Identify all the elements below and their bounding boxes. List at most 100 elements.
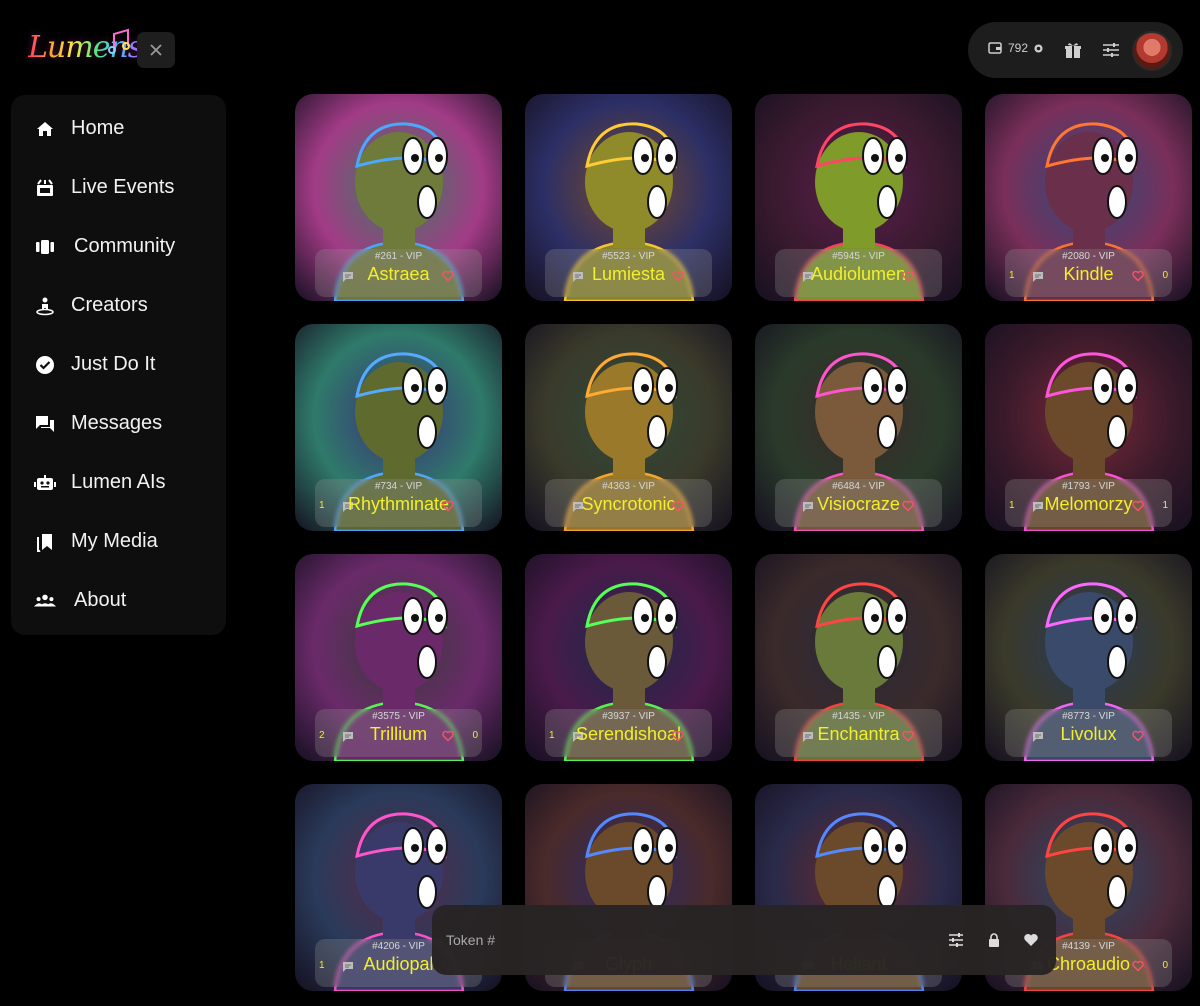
card-info-panel: #1435 - VIP Enchantra: [775, 709, 942, 757]
token-id: #1793 - VIP: [1062, 481, 1115, 492]
nft-card[interactable]: #5945 - VIP Audiolumen: [755, 94, 962, 301]
card-info-panel: #8773 - VIP Livolux: [1005, 709, 1172, 757]
like-heart-icon[interactable]: [672, 730, 684, 742]
wallet-balance[interactable]: 792: [988, 41, 1043, 55]
like-heart-icon[interactable]: [442, 270, 454, 282]
like-heart-icon[interactable]: [1132, 500, 1144, 512]
like-heart-icon[interactable]: [442, 730, 454, 742]
sidebar-item-messages[interactable]: Messages: [11, 394, 226, 453]
sidebar-item-label: About: [74, 589, 127, 611]
nft-name: Kindle: [1063, 264, 1114, 284]
card-info-panel: #5945 - VIP Audiolumen: [775, 249, 942, 297]
nft-name: Syncrotonic: [581, 494, 676, 514]
heart-icon[interactable]: [1023, 932, 1039, 948]
card-info-panel: #1793 - VIP 1 Melomorzy 1: [1005, 479, 1172, 527]
token-id: #5523 - VIP: [602, 251, 655, 262]
nft-name: Visiocraze: [817, 494, 900, 514]
coin-icon: [1034, 43, 1043, 53]
like-heart-icon[interactable]: [902, 270, 914, 282]
sidebar-item-home[interactable]: Home: [11, 99, 226, 158]
like-count: 0: [1162, 960, 1168, 971]
nft-card[interactable]: #1793 - VIP 1 Melomorzy 1: [985, 324, 1192, 531]
nft-name: Melomorzy: [1044, 494, 1133, 514]
lock-icon[interactable]: [986, 932, 1002, 948]
sidebar-item-community[interactable]: Community: [11, 217, 226, 276]
account-bar: 792: [968, 22, 1183, 78]
nft-name: Rhythminate: [347, 494, 450, 514]
sidebar-item-label: Messages: [71, 412, 163, 434]
sidebar-item-about[interactable]: About: [11, 571, 226, 630]
token-id: #1435 - VIP: [832, 711, 885, 722]
like-count: 0: [1162, 270, 1168, 281]
balance-value: 792: [1008, 41, 1029, 55]
card-info-panel: #3937 - VIP 1 Serendishoal: [545, 709, 712, 757]
nft-card[interactable]: #5523 - VIP Lumiesta: [525, 94, 732, 301]
sidebar-item-label: Creators: [71, 294, 148, 316]
group-icon: [34, 590, 56, 612]
sidebar-item-label: Lumen AIs: [71, 471, 166, 493]
nft-card[interactable]: #4363 - VIP Syncrotonic: [525, 324, 732, 531]
like-heart-icon[interactable]: [442, 500, 454, 512]
token-search-input[interactable]: [446, 929, 886, 951]
card-info-panel: #734 - VIP 1 Rhythminate: [315, 479, 482, 527]
card-info-panel: #5523 - VIP Lumiesta: [545, 249, 712, 297]
like-heart-icon[interactable]: [1132, 270, 1144, 282]
nft-card[interactable]: #8773 - VIP Livolux: [985, 554, 1192, 761]
token-id: #4363 - VIP: [602, 481, 655, 492]
card-info-panel: #4363 - VIP Syncrotonic: [545, 479, 712, 527]
like-heart-icon[interactable]: [1132, 730, 1144, 742]
nft-card[interactable]: #3575 - VIP 2 Trillium 0: [295, 554, 502, 761]
sidebar-item-label: Home: [71, 117, 125, 139]
like-count: 0: [472, 730, 478, 741]
nft-card[interactable]: #734 - VIP 1 Rhythminate: [295, 324, 502, 531]
nft-name: Livolux: [1060, 724, 1117, 744]
community-icon: [34, 236, 56, 258]
like-heart-icon[interactable]: [902, 730, 914, 742]
messages-icon: [34, 413, 56, 435]
sidebar-item-label: My Media: [71, 530, 158, 552]
sidebar-item-label: Just Do It: [71, 353, 156, 375]
bookmarks-icon: [34, 531, 56, 553]
card-info-panel: #261 - VIP Astraea: [315, 249, 482, 297]
sidebar-item-live-events[interactable]: Live Events: [11, 158, 226, 217]
sidebar-item-creators[interactable]: Creators: [11, 276, 226, 335]
nft-card[interactable]: #261 - VIP Astraea: [295, 94, 502, 301]
like-heart-icon[interactable]: [672, 270, 684, 282]
robot-icon: [34, 472, 56, 494]
nft-card[interactable]: #6484 - VIP Visiocraze: [755, 324, 962, 531]
token-id: #3937 - VIP: [602, 711, 655, 722]
card-info-panel: #2080 - VIP 1 Kindle 0: [1005, 249, 1172, 297]
gift-icon[interactable]: [1064, 41, 1082, 59]
token-id: #8773 - VIP: [1062, 711, 1115, 722]
nft-name: Enchantra: [817, 724, 900, 744]
nft-card[interactable]: #1435 - VIP Enchantra: [755, 554, 962, 761]
nft-name: Astraea: [367, 264, 430, 284]
nft-name: Trillium: [369, 724, 428, 744]
nft-card[interactable]: #3937 - VIP 1 Serendishoal: [525, 554, 732, 761]
close-icon: [150, 44, 162, 56]
card-info-panel: #3575 - VIP 2 Trillium 0: [315, 709, 482, 757]
like-heart-icon[interactable]: [902, 500, 914, 512]
sidebar-item-just-do-it[interactable]: Just Do It: [11, 335, 226, 394]
card-info-panel: #6484 - VIP Visiocraze: [775, 479, 942, 527]
live-events-icon: [34, 177, 56, 199]
close-sidebar-button[interactable]: [137, 32, 175, 68]
home-icon: [34, 118, 56, 140]
like-heart-icon[interactable]: [672, 500, 684, 512]
nft-name: Audiolumen: [810, 264, 907, 284]
sidebar-item-my-media[interactable]: My Media: [11, 512, 226, 571]
creators-icon: [34, 295, 56, 317]
tune-icon[interactable]: [1102, 41, 1120, 59]
nft-name: Lumiesta: [591, 264, 666, 284]
tune-icon[interactable]: [948, 932, 964, 948]
token-id: #6484 - VIP: [832, 481, 885, 492]
sidebar-item-label: Community: [74, 235, 176, 257]
token-id: #2080 - VIP: [1062, 251, 1115, 262]
nft-card[interactable]: #2080 - VIP 1 Kindle 0: [985, 94, 1192, 301]
sidebar-item-lumen-ais[interactable]: Lumen AIs: [11, 453, 226, 512]
music-note-icon: [108, 28, 130, 54]
sidebar: Home Live Events Community Creators Just…: [11, 95, 226, 635]
avatar[interactable]: [1132, 31, 1172, 71]
lumens-logo[interactable]: Lumens: [28, 28, 143, 74]
like-heart-icon[interactable]: [1132, 960, 1144, 972]
